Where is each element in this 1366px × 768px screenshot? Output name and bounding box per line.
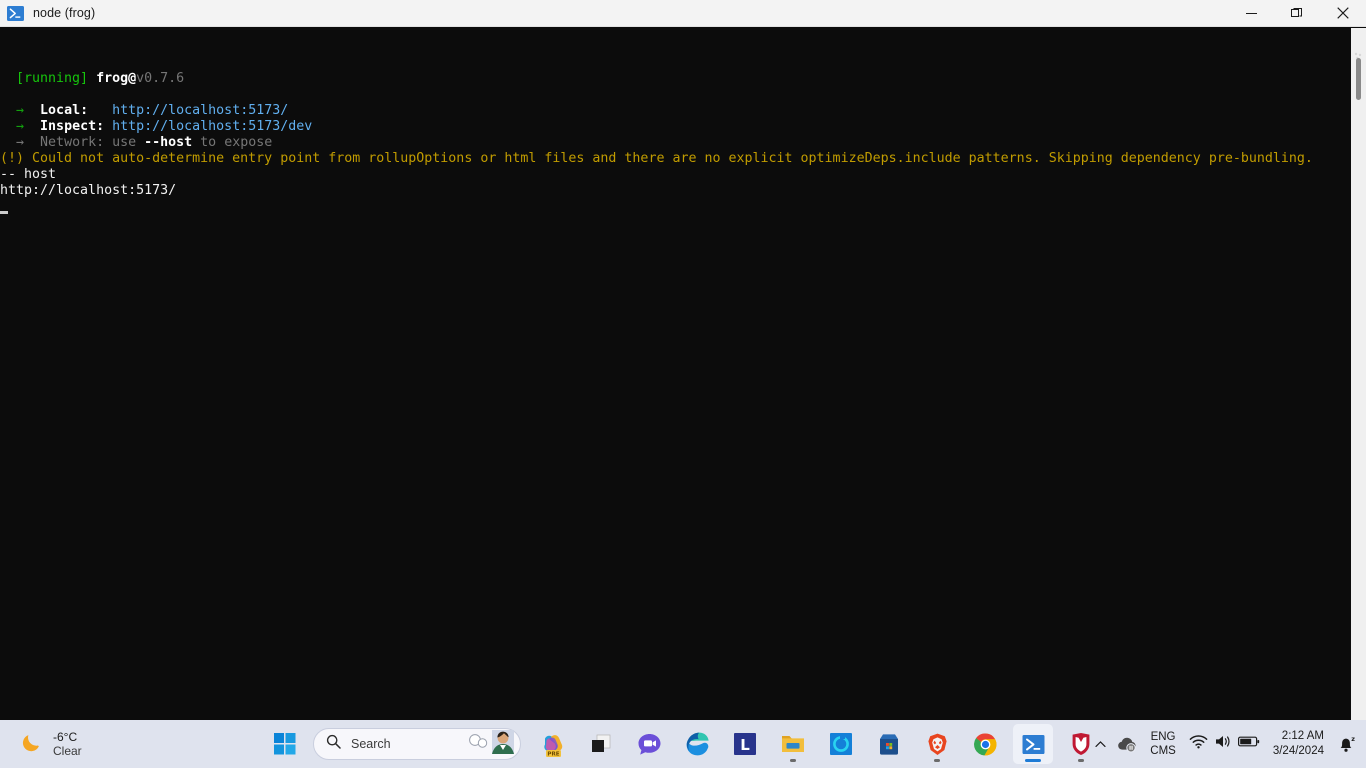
todoist-icon <box>830 733 852 755</box>
copilot-icon: PRE <box>544 735 563 757</box>
search-input[interactable]: Search <box>313 728 521 760</box>
tray-notifications-button[interactable]: z <box>1332 724 1360 764</box>
clock-date: 3/24/2024 <box>1272 745 1324 757</box>
local-line: → Local: http://localhost:5173/ <box>16 103 289 118</box>
teams-chat-icon <box>638 733 660 755</box>
inspect-line: → Inspect: http://localhost:5173/dev <box>16 119 313 134</box>
windows-taskbar: -6°C Clear Search PRE L ENG CMS 2:12 AM … <box>0 720 1366 768</box>
lens-l-icon: L <box>734 733 756 755</box>
url-echo-line: http://localhost:5173/ <box>0 183 177 198</box>
clock-time: 2:12 AM <box>1281 730 1324 742</box>
running-indicator <box>934 759 940 762</box>
powershell-taskbar-icon <box>1022 734 1044 754</box>
onedrive-paused-icon <box>1118 737 1136 752</box>
taskbar-app-copilot[interactable]: PRE <box>533 724 573 764</box>
taskbar-app-brave[interactable] <box>917 724 957 764</box>
wifi-icon <box>1189 734 1208 754</box>
terminal-output-area[interactable]: [running] frog@v0.7.6 → Local: http://lo… <box>0 27 1366 720</box>
block-cursor <box>0 199 1366 215</box>
svg-text:z: z <box>1351 735 1355 743</box>
scrollbar-mark <box>1354 48 1363 60</box>
tray-clock[interactable]: 2:12 AM 3/24/2024 <box>1265 724 1332 764</box>
powershell-icon <box>7 5 24 22</box>
windows-logo-icon <box>274 733 296 755</box>
window-titlebar[interactable]: node (frog) <box>0 0 1366 27</box>
taskbar-app-l[interactable]: L <box>725 724 765 764</box>
taskbar-app-todoist[interactable] <box>821 724 861 764</box>
running-indicator <box>790 759 796 762</box>
user-avatar[interactable] <box>492 729 514 759</box>
google-chrome-icon <box>973 732 996 755</box>
window-title: node (frog) <box>33 6 96 20</box>
network-line: → Network: use --host to expose <box>16 135 273 150</box>
close-button[interactable] <box>1320 0 1366 27</box>
chevron-up-icon <box>1095 740 1106 747</box>
language-line-2: CMS <box>1150 745 1176 757</box>
blank-1 <box>0 87 1366 103</box>
volume-icon <box>1214 734 1232 754</box>
windows-app-icon <box>592 734 611 752</box>
search-bubbles-icon <box>468 733 490 756</box>
running-indicator <box>1025 759 1041 762</box>
microsoft-edge-icon <box>686 732 709 756</box>
running-line: [running] frog@v0.7.6 <box>16 71 185 86</box>
weather-widget[interactable]: -6°C Clear <box>14 724 88 764</box>
terminal-scrollbar[interactable] <box>1351 28 1366 720</box>
taskbar-app-chrome[interactable] <box>965 724 1005 764</box>
restore-button[interactable] <box>1274 0 1320 27</box>
terminal-lines: [running] frog@v0.7.6 → Local: http://lo… <box>0 59 1366 215</box>
taskbar-app-chat[interactable] <box>629 724 669 764</box>
tray-quick-settings-button[interactable] <box>1184 724 1265 764</box>
bell-dnd-icon: z <box>1340 735 1355 752</box>
tray-language-indicator[interactable]: ENG CMS <box>1142 724 1184 764</box>
taskbar-app-edge[interactable] <box>677 724 717 764</box>
taskbar-app-file-explorer[interactable] <box>773 724 813 764</box>
search-placeholder: Search <box>351 737 391 751</box>
svg-text:PRE: PRE <box>547 751 559 757</box>
warning-line: (!) Could not auto-determine entry point… <box>0 151 1313 166</box>
taskbar-app-microsoft-store[interactable] <box>869 724 909 764</box>
weather-temperature: -6°C <box>53 730 78 744</box>
battery-icon <box>1237 735 1260 753</box>
running-indicator <box>1078 759 1084 762</box>
folder-icon <box>782 736 804 752</box>
taskbar-center-cluster: Search PRE L <box>261 720 1105 768</box>
tray-overflow-button[interactable] <box>1089 724 1112 764</box>
weather-condition: Clear <box>53 744 82 758</box>
brave-lion-icon <box>927 733 947 755</box>
taskbar-app-powershell[interactable] <box>1013 724 1053 764</box>
svg-text:L: L <box>740 736 750 754</box>
microsoft-store-icon <box>880 734 898 755</box>
crescent-moon-icon <box>20 730 44 759</box>
scrollbar-thumb[interactable] <box>1356 58 1361 100</box>
minimize-button[interactable] <box>1228 0 1274 27</box>
taskbar-app-windows-app[interactable] <box>581 724 621 764</box>
tray-onedrive-button[interactable] <box>1112 724 1142 764</box>
host-flag-line: -- host <box>0 167 57 182</box>
system-tray: ENG CMS 2:12 AM 3/24/2024 z <box>1089 720 1366 768</box>
language-line-1: ENG <box>1150 731 1176 743</box>
start-button[interactable] <box>265 724 305 764</box>
search-icon <box>326 734 341 754</box>
